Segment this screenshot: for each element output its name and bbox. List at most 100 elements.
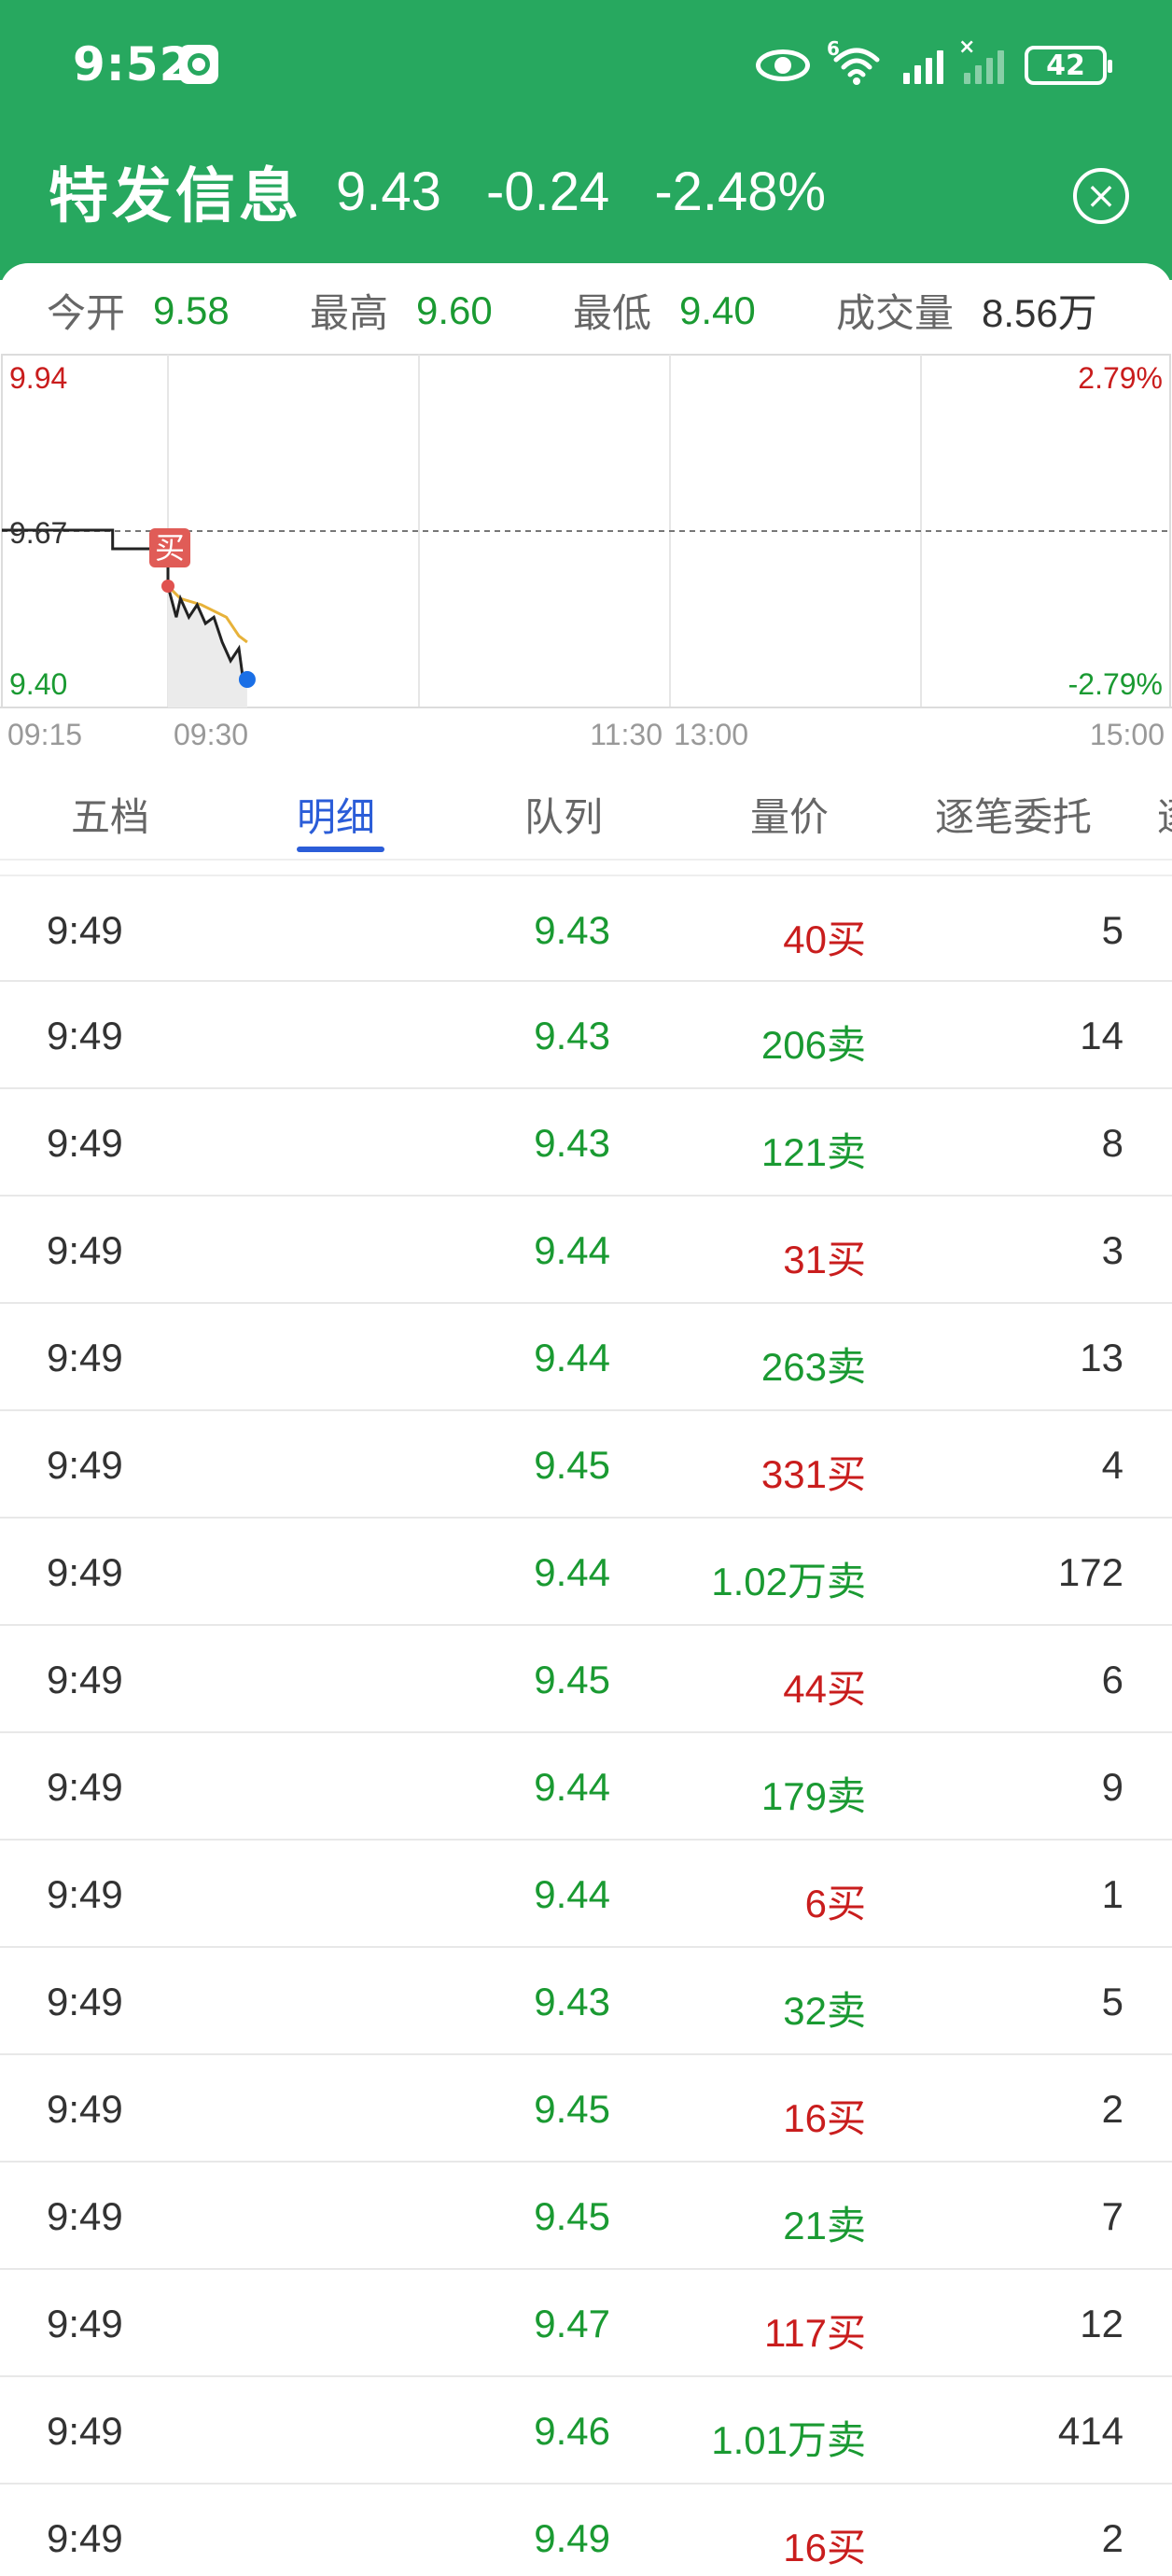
table-row[interactable]: 9:49 9.49 16买 2 (0, 2485, 1172, 2576)
x-label-1130: 11:30 (590, 718, 663, 751)
trade-volume: 1.02万卖 (711, 1560, 866, 1603)
table-row[interactable]: 9:49 9.44 1.02万卖 172 (0, 1519, 1172, 1626)
trade-time: 9:49 (47, 1443, 123, 1487)
stock-change-pct: -2.48% (654, 161, 827, 222)
open-point (161, 580, 174, 593)
stat-low-value: 9.40 (679, 287, 756, 332)
trade-volume: 44买 (783, 1667, 866, 1711)
trade-count: 8 (1101, 1121, 1123, 1165)
stock-name: 特发信息 (49, 162, 302, 231)
trade-price: 9.43 (534, 1980, 610, 2023)
stat-high: 最高 9.60 (310, 282, 493, 339)
trade-volume: 21卖 (783, 2204, 866, 2247)
table-row[interactable]: 9:49 9.45 21卖 7 (0, 2163, 1172, 2270)
trade-count: 5 (1101, 1980, 1123, 2023)
trade-time: 9:49 (47, 2516, 123, 2560)
table-row[interactable]: 9:49 9.45 331买 4 (0, 1411, 1172, 1519)
trade-count: 13 (1080, 1336, 1123, 1379)
trade-price: 9.44 (534, 1228, 610, 1272)
signal-no-service-icon: × (958, 35, 1004, 84)
x-label-0915: 09:15 (7, 718, 82, 751)
table-row[interactable]: 9:49 9.44 263卖 13 (0, 1304, 1172, 1411)
close-button[interactable]: × (1073, 168, 1129, 224)
status-time: 9:52 (73, 37, 193, 91)
trade-price: 9.43 (534, 908, 610, 952)
trade-price: 9.45 (534, 1658, 610, 1701)
table-row[interactable]: 9:49 9.43 206卖 14 (0, 982, 1172, 1089)
stock-price: 9.43 (336, 161, 441, 222)
x-label-1500: 15:00 (1090, 718, 1165, 751)
trade-price: 9.44 (534, 1550, 610, 1594)
intraday-chart[interactable]: 买 9.94 9.67 9.40 2.79% -2.79% 09:15 09:3… (0, 353, 1172, 760)
status-icons: 6 × 42 (756, 35, 1112, 91)
trade-volume: 263卖 (760, 1345, 866, 1389)
trade-count: 12 (1080, 2302, 1123, 2345)
trade-count: 3 (1101, 1228, 1123, 1272)
x-label-1300: 13:00 (674, 718, 748, 751)
trade-count: 2 (1101, 2087, 1123, 2131)
trade-volume: 206卖 (760, 1023, 866, 1067)
trade-time: 9:49 (47, 1765, 123, 1809)
trade-table: 9:49 9.43 40买 5 9:49 9.43 206卖 14 9:49 9.43 121卖 8 9… (0, 875, 1172, 2576)
table-row[interactable]: 9:49 9.47 117买 12 (0, 2270, 1172, 2377)
tab-volume-price[interactable]: 量价 (750, 786, 829, 843)
stat-volume-value: 8.56万 (982, 291, 1097, 335)
signal-icon (903, 47, 943, 84)
stat-low-label: 最低 (573, 290, 652, 336)
stat-high-value: 9.60 (416, 287, 493, 332)
tab-order-by-order[interactable]: 逐笔委托 (935, 786, 1092, 843)
tab-details[interactable]: 明细 (297, 786, 375, 843)
trade-volume: 31买 (783, 1238, 866, 1281)
close-icon: × (1085, 175, 1117, 217)
tabs-divider (0, 859, 1172, 861)
trade-price: 9.45 (534, 1443, 610, 1487)
wifi-icon: 6 (827, 37, 883, 86)
stat-low: 最低 9.40 (573, 282, 756, 339)
table-row[interactable]: 9:49 9.43 121卖 8 (0, 1089, 1172, 1197)
stat-volume-label: 成交量 (836, 290, 955, 336)
tab-overflow[interactable]: 逐 (1157, 786, 1172, 843)
eye-icon (756, 49, 810, 81)
table-row[interactable]: 9:49 9.43 32卖 5 (0, 1948, 1172, 2055)
trade-count: 1 (1101, 1872, 1123, 1916)
trade-time: 9:49 (47, 1336, 123, 1379)
trade-time: 9:49 (47, 1014, 123, 1057)
trade-time: 9:49 (47, 2194, 123, 2238)
table-row[interactable]: 9:49 9.45 44买 6 (0, 1626, 1172, 1733)
table-row[interactable]: 9:49 9.44 6买 1 (0, 1841, 1172, 1948)
trade-price: 9.44 (534, 1872, 610, 1916)
detail-tabs: 五档 明细 队列 量价 逐笔委托 逐 (0, 762, 1172, 859)
pct-label-top: 2.79% (1078, 361, 1163, 395)
table-row[interactable]: 9:49 9.45 16买 2 (0, 2055, 1172, 2163)
trade-time: 9:49 (47, 908, 123, 952)
trade-count: 172 (1057, 1550, 1123, 1594)
stat-open-value: 9.58 (153, 287, 230, 332)
trade-time: 9:49 (47, 1658, 123, 1701)
trade-count: 9 (1101, 1765, 1123, 1809)
trade-volume: 121卖 (760, 1130, 866, 1174)
tab-queue[interactable]: 队列 (524, 786, 603, 843)
status-bar: 9:52 6 × 42 (0, 0, 1172, 135)
stat-volume: 成交量 8.56万 (836, 282, 1097, 339)
table-row[interactable]: 9:49 9.43 40买 5 (0, 875, 1172, 982)
x-label-0930: 09:30 (174, 718, 248, 751)
trade-count: 14 (1080, 1014, 1123, 1057)
stock-header: 特发信息 9.43 -0.24 -2.48% (49, 154, 856, 232)
intraday-chart-svg: 买 9.94 9.67 9.40 2.79% -2.79% 09:15 09:3… (0, 354, 1172, 751)
trade-volume: 6买 (804, 1882, 866, 1925)
trade-volume: 331买 (760, 1452, 866, 1496)
table-row[interactable]: 9:49 9.44 31买 3 (0, 1197, 1172, 1304)
trade-volume: 1.01万卖 (711, 2418, 866, 2462)
trade-price: 9.45 (534, 2194, 610, 2238)
trade-volume: 40买 (783, 917, 866, 961)
stock-quote: 9.43 -0.24 -2.48% (336, 161, 856, 223)
table-row[interactable]: 9:49 9.44 179卖 9 (0, 1733, 1172, 1841)
trade-count: 4 (1101, 1443, 1123, 1487)
buy-marker: 买 (149, 528, 190, 567)
table-row[interactable]: 9:49 9.46 1.01万卖 414 (0, 2377, 1172, 2485)
tab-five-levels[interactable]: 五档 (71, 786, 149, 843)
trade-time: 9:49 (47, 1550, 123, 1594)
trade-time: 9:49 (47, 2087, 123, 2131)
last-price-point (238, 671, 256, 688)
trade-time: 9:49 (47, 1228, 123, 1272)
